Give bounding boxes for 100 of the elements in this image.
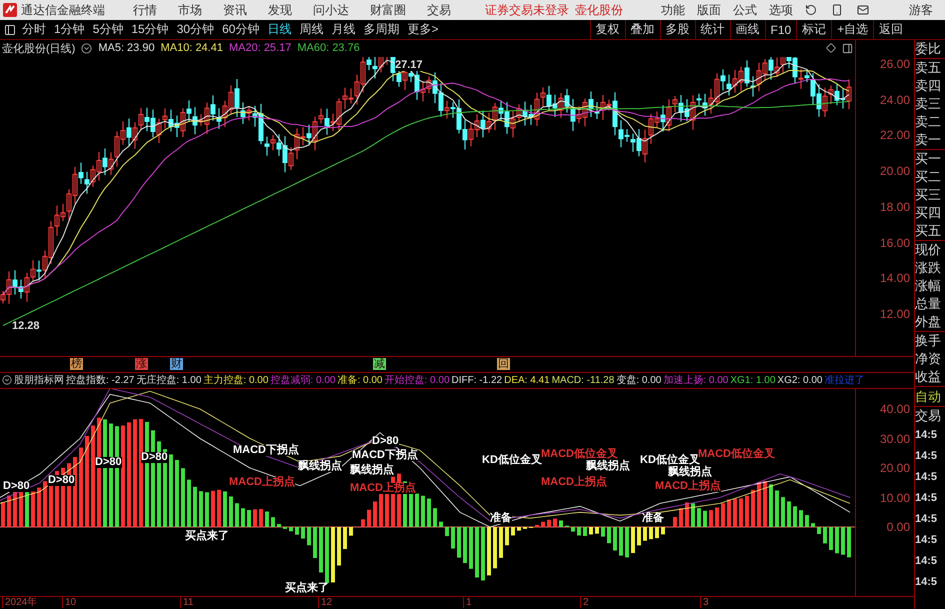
signal-label: MACD低位金叉 [541,449,618,460]
trade-time: 14:5 [915,575,938,590]
menu-item[interactable]: 资讯 [223,2,247,18]
toolbar-button[interactable]: 复权 [590,20,625,39]
menu-item[interactable]: 发现 [268,2,292,18]
indicator-axis-label: 20.00 [880,461,910,476]
signal-label: D>80 [48,475,75,486]
event-marker[interactable]: 榜 [70,358,83,370]
toolbar-button[interactable]: 统计 [694,20,730,39]
trade-time: 14:5 [915,428,938,443]
indicator-value: 加速上扬: 0.00 [663,374,728,388]
signal-label: MACD上拐点 [541,477,607,488]
signal-label: 买点来了 [285,583,329,594]
moving-average-value: MA10: 24.41 [160,42,223,54]
indicator-value: XG1: 1.00 [730,374,776,386]
indicator-value: 准备: 0.00 [337,374,382,388]
quote-label: 总量 [915,295,942,313]
signal-label: 准备 [642,513,664,524]
login-status: 证券交易未登录 [484,2,569,18]
period-tab[interactable]: 更多> [403,21,442,38]
toolbar-button[interactable]: F10 [764,20,796,39]
indicator-value: 开始控盘: 0.00 [384,374,450,388]
price-axis-label: 14.00 [880,271,910,286]
menu-item[interactable]: 交易 [427,2,451,18]
trade-time: 14:5 [915,470,938,485]
panel-icon[interactable] [842,42,853,54]
period-tab[interactable]: 多周期 [359,21,404,38]
toolbar-button[interactable]: 标记 [796,20,832,39]
price-axis-label: 24.00 [880,92,910,107]
toolbar-button[interactable]: 画线 [730,20,765,39]
dropdown-icon[interactable] [81,42,92,54]
signal-label: MACD低位金叉 [698,449,775,460]
signal-label: 飘线拐点 [298,461,342,472]
signal-label: MACD上拐点 [229,477,295,488]
signal-label: 飘线拐点 [668,467,712,478]
period-tab[interactable]: 分时 [18,21,50,38]
menu-item[interactable]: 选项 [769,2,793,18]
menu-item[interactable]: 版面 [697,2,721,18]
period-tab[interactable]: 60分钟 [218,21,264,38]
price-axis-label: 26.00 [880,57,910,71]
moving-average-value: MA20: 25.17 [228,42,292,54]
indicator-value: MACD: -11.28 [552,374,614,386]
period-tab[interactable]: 15分钟 [127,21,173,38]
event-marker[interactable]: 财 [170,358,183,370]
quote-label: 买三 [915,186,942,204]
date-axis-label: 1 [463,597,472,608]
quote-label: 卖二 [915,113,942,131]
signal-label: KD低位金叉 [640,455,700,466]
menu-item[interactable]: 问小达 [313,2,349,18]
toolbar-button[interactable]: 返回 [873,20,908,39]
refresh-icon[interactable] [805,4,817,16]
toolbar-button[interactable]: 多股 [660,20,695,39]
indicator-value: 控盘指数: -2.27 [66,374,134,388]
indicator-axis-label: 30.00 [880,432,910,446]
indicator-axis-label: 0.00 [886,520,910,534]
trade-time: 14:5 [915,449,938,464]
menu-item[interactable]: 市场 [178,2,202,18]
date-axis-label: 11 [180,597,194,608]
event-marker[interactable]: 回 [497,358,510,370]
low-price-label: 12.28 [12,321,40,332]
menu-item[interactable]: 公式 [733,2,757,18]
quote-label: 现价 [915,241,942,259]
price-axis-label: 22.00 [880,128,910,142]
mail-icon[interactable] [857,4,869,16]
period-tab[interactable]: 日线 [263,21,296,38]
event-marker[interactable]: 涨 [135,358,148,370]
period-tab[interactable]: 30分钟 [172,21,218,38]
indicator-value: DIFF: -1.22 [452,374,502,386]
indicator-value: 变盘: 0.00 [616,374,662,388]
user-label[interactable]: 游客 [909,2,933,18]
event-marker[interactable]: 减 [373,358,386,370]
signal-label: 买点来了 [185,531,229,542]
menu-item[interactable]: 财富圈 [370,2,406,18]
signal-label: D>80 [3,481,30,492]
signal-label: MACD上拐点 [655,481,721,492]
indicator-name[interactable]: 股朋指标网 [14,373,64,388]
app-logo-icon [3,3,17,17]
indicator-value: 准拉进了 [824,374,864,388]
indicator-value: XG2: 0.00 [777,374,822,386]
diamond-icon[interactable] [826,43,836,54]
period-tab[interactable]: 周线 [295,21,328,38]
panel-toggle-icon[interactable] [4,24,16,36]
phone-icon[interactable] [831,4,843,16]
menu-item[interactable]: 功能 [661,2,685,18]
toolbar-button[interactable]: 叠加 [624,20,660,39]
menu-item[interactable]: 行情 [133,2,157,18]
period-tab[interactable]: 5分钟 [88,21,128,38]
price-axis-label: 18.00 [880,200,910,214]
toolbar-button[interactable]: +自选 [831,20,874,39]
trade-time: 14:5 [915,491,938,506]
period-tab[interactable]: 1分钟 [50,21,89,38]
signal-label: 准备 [490,513,512,524]
date-axis-label: 10 [62,597,76,608]
period-tab[interactable]: 月线 [327,21,360,38]
stock-name: 壶化股份 [574,2,623,18]
quote-label: 卖四 [915,77,942,95]
quote-label: 收益 [915,368,942,386]
auto-label[interactable]: 自动 [915,387,945,407]
signal-label: MACD上拐点 [350,483,416,494]
dropdown-icon[interactable] [2,375,12,386]
